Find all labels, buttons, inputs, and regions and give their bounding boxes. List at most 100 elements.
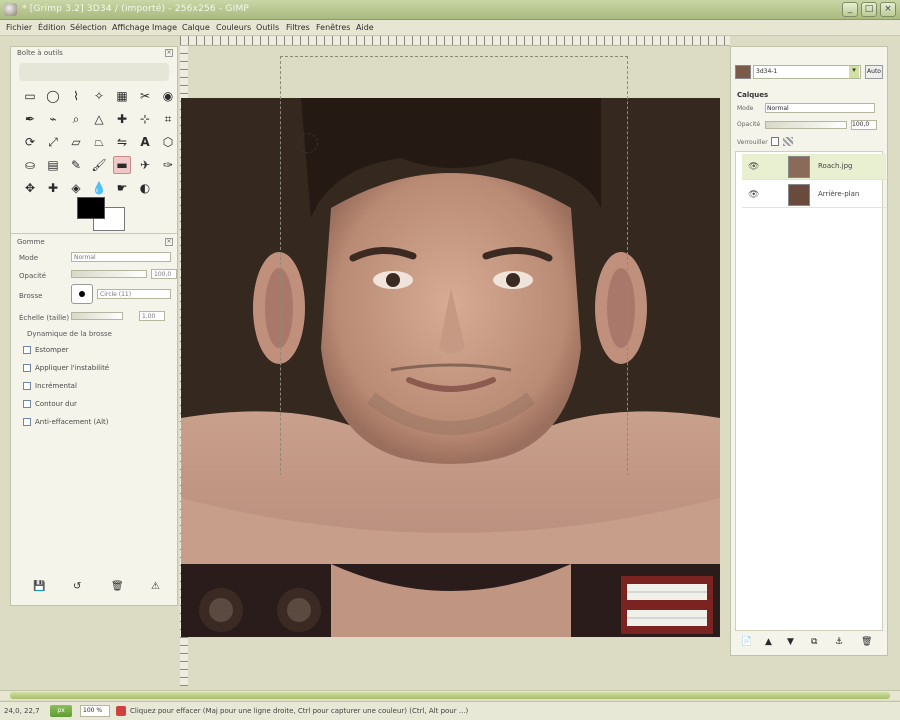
checkbox-incremental[interactable]: [23, 382, 31, 390]
checkbox-fade-label[interactable]: Estomper: [35, 346, 69, 354]
blur-icon[interactable]: 💧: [90, 179, 108, 197]
reset-options-icon[interactable]: ⚠: [151, 581, 160, 592]
restore-options-icon[interactable]: ↺: [73, 581, 81, 592]
opacity-slider[interactable]: [71, 270, 147, 278]
visibility-eye-icon[interactable]: 👁: [748, 190, 759, 200]
checkbox-jitter-label[interactable]: Appliquer l'instabilité: [35, 364, 109, 372]
free-select-icon[interactable]: ⌇: [67, 87, 85, 105]
lock-alpha-icon[interactable]: [783, 137, 793, 146]
brush-preview[interactable]: [71, 284, 93, 304]
foreground-select-icon[interactable]: ◉: [159, 87, 177, 105]
zoom-icon[interactable]: ⌕: [67, 110, 85, 128]
ink-icon[interactable]: ✑: [159, 156, 177, 174]
toolbox-close-icon[interactable]: ×: [165, 49, 173, 57]
menu-calque[interactable]: Calque: [182, 23, 210, 32]
new-layer-icon[interactable]: 📄: [741, 637, 752, 647]
move-icon[interactable]: ✚: [113, 110, 131, 128]
bucket-fill-icon[interactable]: ⛀: [21, 156, 39, 174]
align-icon[interactable]: ⊹: [136, 110, 154, 128]
zoom-selector[interactable]: 100 %: [80, 705, 110, 717]
menu-fenetres[interactable]: Fenêtres: [316, 23, 350, 32]
checkbox-hard-edge-label[interactable]: Contour dur: [35, 400, 77, 408]
paths-icon[interactable]: ✒: [21, 110, 39, 128]
menu-couleurs[interactable]: Couleurs: [216, 23, 251, 32]
layer-thumbnail: [788, 184, 810, 206]
menu-fichier[interactable]: Fichier: [6, 23, 32, 32]
layer-opacity-value[interactable]: 100,0: [851, 120, 877, 130]
maximize-button[interactable]: □: [861, 2, 877, 17]
lock-pixels-checkbox[interactable]: [771, 137, 779, 146]
checkbox-anti-erase[interactable]: [23, 418, 31, 426]
scrollbar-thumb[interactable]: [10, 692, 890, 699]
layer-row[interactable]: 👁 Roach.jpg: [742, 154, 886, 180]
heal-icon[interactable]: ✚: [44, 179, 62, 197]
flip-icon[interactable]: ⇋: [113, 133, 131, 151]
checkbox-incremental-label[interactable]: Incrémental: [35, 382, 77, 390]
brush-name-field[interactable]: Circle (11): [97, 289, 171, 299]
measure-icon[interactable]: △: [90, 110, 108, 128]
smudge-icon[interactable]: ☛: [113, 179, 131, 197]
layer-mode-select[interactable]: Normal: [765, 103, 875, 113]
checkbox-jitter[interactable]: [23, 364, 31, 372]
checkbox-fade[interactable]: [23, 346, 31, 354]
menu-affichage[interactable]: Affichage: [112, 23, 150, 32]
menu-outils[interactable]: Outils: [256, 23, 279, 32]
rotate-icon[interactable]: ⟳: [21, 133, 39, 151]
layer-name[interactable]: Arrière-plan: [818, 190, 859, 198]
menu-aide[interactable]: Aide: [356, 23, 374, 32]
image-select-arrow-icon[interactable]: ▾: [849, 66, 859, 78]
color-picker-icon[interactable]: ⌁: [44, 110, 62, 128]
paintbrush-icon[interactable]: 🖌: [90, 156, 108, 174]
minimize-button[interactable]: _: [842, 2, 858, 17]
text-icon[interactable]: A: [136, 133, 154, 151]
tool-options-close-icon[interactable]: ×: [165, 238, 173, 246]
foreground-color-swatch-front[interactable]: [77, 197, 105, 219]
ellipse-select-icon[interactable]: ◯: [44, 87, 62, 105]
raise-layer-icon[interactable]: ▲: [765, 637, 772, 647]
visibility-eye-icon[interactable]: 👁: [748, 162, 759, 172]
size-value[interactable]: 1,00: [139, 311, 165, 321]
checkbox-hard-edge[interactable]: [23, 400, 31, 408]
size-slider[interactable]: [71, 312, 123, 320]
menu-edition[interactable]: Édition: [38, 23, 66, 32]
fuzzy-select-icon[interactable]: ✧: [90, 87, 108, 105]
layer-opacity-slider[interactable]: [765, 121, 847, 129]
lower-layer-icon[interactable]: ▼: [787, 637, 794, 647]
scale-icon[interactable]: ⤢: [44, 133, 62, 151]
menu-image[interactable]: Image: [152, 23, 177, 32]
duplicate-layer-icon[interactable]: ⧉: [811, 637, 817, 647]
image-select[interactable]: 3d34-1: [753, 65, 861, 79]
anchor-layer-icon[interactable]: ⚓: [835, 637, 843, 647]
dynamics-label[interactable]: Dynamique de la brosse: [27, 330, 112, 338]
menu-filtres[interactable]: Filtres: [286, 23, 310, 32]
auto-button[interactable]: Auto: [865, 65, 883, 79]
perspective-clone-icon[interactable]: ◈: [67, 179, 85, 197]
mode-select[interactable]: Normal: [71, 252, 171, 262]
delete-layer-icon[interactable]: 🗑: [861, 637, 872, 647]
mode-label: Mode: [19, 254, 39, 262]
perspective-icon[interactable]: ⏢: [90, 133, 108, 151]
save-options-icon[interactable]: 💾: [33, 581, 45, 592]
dodge-burn-icon[interactable]: ◐: [136, 179, 154, 197]
menu-selection[interactable]: Sélection: [70, 23, 107, 32]
blend-icon[interactable]: ▤: [44, 156, 62, 174]
scissors-icon[interactable]: ✂: [136, 87, 154, 105]
delete-options-icon[interactable]: 🗑: [111, 581, 124, 592]
opacity-value[interactable]: 100,0: [151, 269, 177, 279]
horizontal-scrollbar[interactable]: [0, 690, 900, 700]
crop-icon[interactable]: ⌗: [159, 110, 177, 128]
unit-selector[interactable]: px: [50, 705, 72, 717]
layer-name[interactable]: Roach.jpg: [818, 162, 852, 170]
rect-select-icon[interactable]: ▭: [21, 87, 39, 105]
color-select-icon[interactable]: ▦: [113, 87, 131, 105]
layer-row[interactable]: 👁 Arrière-plan: [742, 182, 886, 208]
pencil-icon[interactable]: ✎: [67, 156, 85, 174]
checkbox-anti-erase-label[interactable]: Anti-effacement (Alt): [35, 418, 109, 426]
airbrush-icon[interactable]: ✈: [136, 156, 154, 174]
horizontal-ruler[interactable]: [180, 36, 730, 46]
close-button[interactable]: ×: [880, 2, 896, 17]
shear-icon[interactable]: ▱: [67, 133, 85, 151]
clone-icon[interactable]: ✥: [21, 179, 39, 197]
cage-icon[interactable]: ⬡: [159, 133, 177, 151]
eraser-icon[interactable]: ▬: [113, 156, 131, 174]
